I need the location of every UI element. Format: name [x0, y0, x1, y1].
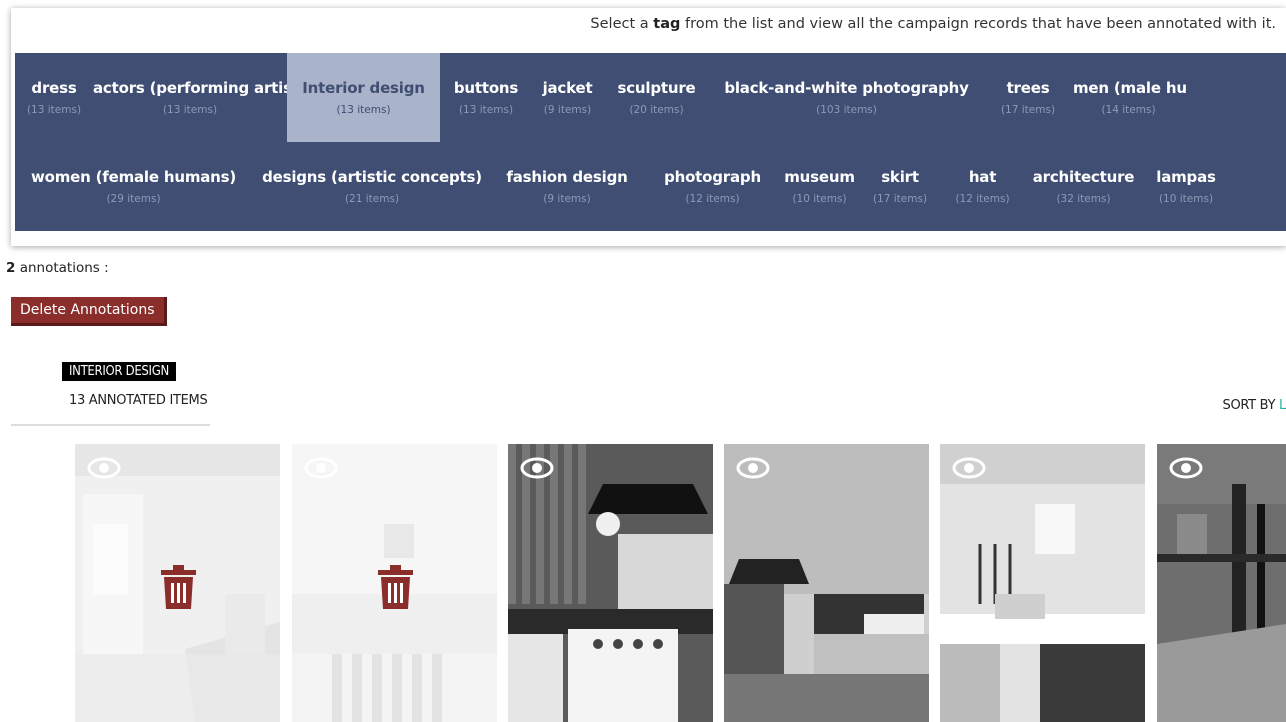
tag-name: women (female humans): [30, 168, 237, 186]
eye-icon[interactable]: [304, 456, 338, 480]
tag-item[interactable]: jacket (9 items): [532, 53, 603, 142]
tag-name: black-and-white photography: [724, 79, 969, 97]
tag-name: fashion design: [506, 168, 628, 186]
tag-count: (13 items): [162, 104, 218, 116]
tag-count: (21 items): [344, 193, 400, 205]
tag-count: (10 items): [1158, 193, 1214, 205]
tag-item[interactable]: fashion design (9 items): [492, 142, 642, 231]
tag-count: (14 items): [1101, 104, 1156, 116]
tag-item[interactable]: Interior design (13 items): [287, 53, 440, 142]
tag-item[interactable]: designs (artistic concepts) (21 items): [252, 142, 492, 231]
trash-icon[interactable]: [160, 565, 197, 609]
annotation-count: 2 annotations :: [6, 260, 109, 276]
record-card-1[interactable]: [75, 444, 280, 722]
tag-count: (13 items): [458, 104, 514, 116]
tag-item[interactable]: black-and-white photography (103 items): [710, 53, 983, 142]
category-divider: [11, 424, 210, 426]
eye-icon[interactable]: [1169, 456, 1203, 480]
eye-icon[interactable]: [736, 456, 770, 480]
record-card-6[interactable]: [1157, 444, 1286, 722]
tag-row-2: women (female humans) (29 items) designs (…: [15, 142, 1226, 231]
tag-name: Interior design: [302, 79, 425, 97]
tag-panel: Select a tag from the list and view all …: [11, 8, 1286, 246]
tag-item[interactable]: lampas (10 items): [1146, 142, 1226, 231]
tag-name: trees: [1006, 79, 1050, 97]
record-image: [940, 444, 1145, 722]
intro-text: Select a tag from the list and view all …: [590, 16, 1276, 32]
tag-name: jacket: [542, 79, 593, 97]
tag-count: (17 items): [872, 193, 928, 205]
tag-row-1: dress (13 items) actors (performing artist…: [15, 53, 1187, 142]
tag-count: (12 items): [955, 193, 1010, 205]
tag-item[interactable]: hat (12 items): [944, 142, 1021, 231]
tag-item[interactable]: trees (17 items): [983, 53, 1073, 142]
tag-name: architecture: [1032, 168, 1135, 186]
tag-name: buttons: [453, 79, 519, 97]
tag-item[interactable]: photograph (12 items): [642, 142, 783, 231]
tag-name: actors (performing artists): [93, 79, 315, 97]
tag-count: (20 items): [629, 104, 684, 116]
tag-item[interactable]: sculpture (20 items): [603, 53, 710, 142]
tag-count: (9 items): [543, 104, 592, 116]
record-card-3[interactable]: [508, 444, 713, 722]
tag-item[interactable]: museum (10 items): [783, 142, 856, 231]
tag-name: designs (artistic concepts): [262, 168, 482, 186]
eye-icon[interactable]: [952, 456, 986, 480]
tag-count: (9 items): [543, 193, 591, 205]
record-card-5[interactable]: [940, 444, 1145, 722]
tag-name: museum: [784, 168, 855, 186]
tag-item[interactable]: skirt (17 items): [856, 142, 944, 231]
category-subtitle: 13 ANNOTATED ITEMS: [69, 393, 208, 408]
record-image: [1157, 444, 1286, 722]
tag-name: hat: [968, 168, 997, 186]
tag-item[interactable]: buttons (13 items): [440, 53, 532, 142]
tag-count: (17 items): [1000, 104, 1056, 116]
tag-item[interactable]: men (male hu (14 items): [1073, 53, 1187, 142]
tag-name: dress: [31, 79, 77, 97]
tag-name: photograph: [664, 168, 761, 186]
tag-name: sculpture: [617, 79, 696, 97]
record-image: [724, 444, 929, 722]
tag-count: (10 items): [792, 193, 847, 205]
record-card-2[interactable]: [292, 444, 497, 722]
category-title: INTERIOR DESIGN: [62, 362, 176, 381]
tag-name: men (male hu: [1073, 79, 1187, 97]
tag-count: (103 items): [816, 104, 877, 116]
tag-name: skirt: [881, 168, 919, 186]
tag-count: (12 items): [685, 193, 740, 205]
record-card-4[interactable]: [724, 444, 929, 722]
tag-item[interactable]: actors (performing artists) (13 items): [93, 53, 315, 142]
record-image: [508, 444, 713, 722]
tag-list: dress (13 items) actors (performing artist…: [15, 53, 1286, 231]
tag-item[interactable]: architecture (32 items): [1021, 142, 1146, 231]
sort-by-control[interactable]: SORT BY L: [1223, 398, 1286, 413]
eye-icon[interactable]: [87, 456, 121, 480]
tag-count: (29 items): [106, 193, 161, 205]
eye-icon[interactable]: [520, 456, 554, 480]
tag-count: (32 items): [1056, 193, 1111, 205]
tag-count: (13 items): [336, 104, 391, 116]
tag-item[interactable]: women (female humans) (29 items): [15, 142, 252, 231]
tag-name: lampas: [1156, 168, 1216, 186]
tag-item[interactable]: dress (13 items): [15, 53, 93, 142]
tag-count: (13 items): [26, 104, 82, 116]
trash-icon[interactable]: [377, 565, 414, 609]
delete-annotations-button[interactable]: Delete Annotations: [11, 297, 167, 326]
